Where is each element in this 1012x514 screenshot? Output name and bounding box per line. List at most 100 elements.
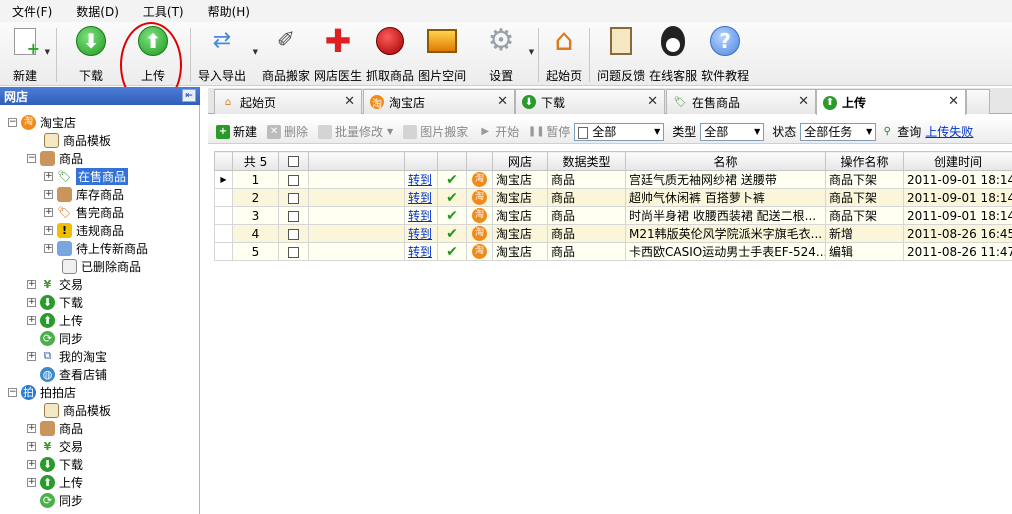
menu-data[interactable]: 数据(D) — [76, 3, 119, 20]
tree-node-items[interactable]: − 商品 — [27, 149, 83, 167]
tree-node-pp-items[interactable]: + 商品 — [27, 419, 83, 437]
tree-node-pp-sync[interactable]: ⟳ 同步 — [40, 491, 83, 509]
table-row[interactable]: 3 转到 ✔ 淘 淘宝店 商品 时尚半身裙 收腰西装裙 配送二根... 商品下架… — [214, 206, 1012, 225]
row-checkbox[interactable] — [288, 174, 299, 186]
goto-link[interactable]: 转到 — [408, 209, 432, 223]
tree-node-my-taobao[interactable]: + ⧉ 我的淘宝 — [27, 347, 107, 365]
tab-download[interactable]: ⬇ 下载 ✕ — [515, 89, 665, 114]
header-data-type[interactable]: 数据类型 — [547, 151, 626, 171]
expand-icon[interactable]: + — [44, 243, 53, 253]
goto-link[interactable]: 转到 — [408, 173, 432, 187]
tab-upload[interactable]: ⬆ 上传 ✕ — [816, 89, 966, 115]
tree-node-sold-out[interactable]: + 🏷 售完商品 — [44, 203, 124, 221]
row-checkbox[interactable] — [288, 192, 299, 204]
tree-node-on-sale[interactable]: + 🏷 在售商品 — [44, 167, 129, 185]
dropdown-arrow-icon[interactable]: ▼ — [253, 48, 258, 56]
start-button[interactable]: ▶ 开始 — [478, 123, 519, 140]
tree-node-pp-upload[interactable]: + ⬆ 上传 — [27, 473, 83, 491]
close-icon[interactable]: ✕ — [344, 94, 355, 109]
dropdown-arrow-icon[interactable]: ▼ — [45, 48, 50, 56]
goto-link[interactable]: 转到 — [408, 245, 432, 259]
close-icon[interactable]: ✕ — [948, 94, 959, 109]
batch-edit-button[interactable]: 批量修改 ▼ — [318, 123, 393, 140]
tree-node-upload[interactable]: + ⬆ 上传 — [27, 311, 83, 329]
goto-cell[interactable]: 转到 — [404, 242, 438, 261]
type-select[interactable]: 全部 ▼ — [700, 122, 765, 141]
collapse-icon[interactable]: − — [8, 117, 17, 127]
row-checkbox-cell[interactable] — [278, 206, 309, 225]
row-checkbox-cell[interactable] — [278, 188, 309, 207]
table-row[interactable]: 4 转到 ✔ 淘 淘宝店 商品 M21韩版英伦风学院派米字旗毛衣... 新增 2… — [214, 224, 1012, 243]
tree-node-pp-item-template[interactable]: 商品模板 — [44, 401, 111, 419]
dropdown-arrow-icon[interactable]: ▼ — [529, 48, 534, 56]
tree-node-stock[interactable]: + 库存商品 — [44, 185, 124, 203]
expand-icon[interactable]: + — [27, 315, 36, 325]
shop-filter-select[interactable]: 全部 ▼ — [574, 122, 665, 141]
download-button[interactable]: ⬇ 下载 — [74, 22, 108, 84]
tree-node-violation[interactable]: + ! 违规商品 — [44, 221, 124, 239]
goto-cell[interactable]: 转到 — [404, 170, 438, 189]
close-icon[interactable]: ✕ — [647, 94, 658, 109]
image-move-button[interactable]: 图片搬家 — [403, 123, 468, 140]
task-new-button[interactable]: + 新建 — [216, 123, 257, 140]
tutorial-button[interactable]: ? 软件教程 — [701, 22, 749, 84]
header-name[interactable]: 名称 — [625, 151, 826, 171]
expand-icon[interactable]: + — [27, 477, 36, 487]
task-delete-button[interactable]: ✕ 删除 — [267, 123, 308, 140]
tree-node-deleted[interactable]: 已删除商品 — [62, 257, 141, 275]
row-checkbox[interactable] — [288, 246, 299, 258]
header-select-all[interactable] — [278, 151, 309, 171]
row-checkbox[interactable] — [288, 228, 299, 240]
goto-cell[interactable]: 转到 — [404, 188, 438, 207]
grab-items-button[interactable]: 抓取商品 — [366, 22, 414, 84]
header-shop[interactable]: 网店 — [492, 151, 548, 171]
expand-icon[interactable]: + — [44, 171, 53, 181]
row-checkbox[interactable] — [288, 210, 299, 222]
goto-cell[interactable]: 转到 — [404, 224, 438, 243]
collapse-icon[interactable]: − — [27, 153, 36, 163]
expand-icon[interactable]: + — [27, 459, 36, 469]
pause-button[interactable]: ❚❚ 暂停 — [528, 123, 570, 140]
expand-icon[interactable]: + — [44, 207, 53, 217]
status-select[interactable]: 全部任务 ▼ — [800, 122, 877, 141]
expand-icon[interactable]: + — [44, 189, 53, 199]
header-operation-name[interactable]: 操作名称 — [825, 151, 904, 171]
tree-node-pp-download[interactable]: + ⬇ 下载 — [27, 455, 83, 473]
collapse-panel-icon[interactable]: ⇤ — [182, 89, 196, 102]
home-button[interactable]: ⌂ 起始页 — [546, 22, 582, 84]
table-row[interactable]: 5 转到 ✔ 淘 淘宝店 商品 卡西欧CASIO运动男士手表EF-524... … — [214, 242, 1012, 261]
goto-link[interactable]: 转到 — [408, 227, 432, 241]
new-button[interactable]: + 新建 ▼ — [8, 22, 50, 84]
tree-node-view-shop[interactable]: ◍ 查看店铺 — [40, 365, 107, 383]
close-icon[interactable]: ✕ — [497, 94, 508, 109]
tree-node-pp-trade[interactable]: + ¥ 交易 — [27, 437, 83, 455]
upload-failed-link[interactable]: 上传失败 — [925, 123, 973, 140]
expand-icon[interactable]: + — [27, 297, 36, 307]
expand-icon[interactable]: + — [44, 225, 53, 235]
tree-node-paipai[interactable]: − 拍 拍拍店 — [8, 383, 76, 401]
close-icon[interactable]: ✕ — [798, 94, 809, 109]
tab-taobao[interactable]: 淘 淘宝店 ✕ — [363, 89, 515, 114]
import-export-button[interactable]: ⇄ 导入导出 ▼ — [198, 22, 258, 84]
goto-cell[interactable]: 转到 — [404, 206, 438, 225]
tree-node-item-template[interactable]: 商品模板 — [44, 131, 111, 149]
goto-link[interactable]: 转到 — [408, 191, 432, 205]
collapse-icon[interactable]: − — [8, 387, 17, 397]
tree-node-trade[interactable]: + ¥ 交易 — [27, 275, 83, 293]
header-created-time[interactable]: 创建时间 — [903, 151, 1012, 171]
select-all-checkbox[interactable] — [288, 156, 299, 167]
row-checkbox-cell[interactable] — [278, 224, 309, 243]
query-button[interactable]: ⚲ 查询 — [880, 123, 922, 140]
image-space-button[interactable]: 图片空间 — [418, 22, 466, 84]
feedback-button[interactable]: 问题反馈 — [597, 22, 645, 84]
table-row[interactable]: ▶ 1 转到 ✔ 淘 淘宝店 商品 宫廷气质无袖网纱裙 送腰带 商品下架 201… — [214, 170, 1012, 189]
dropdown-arrow-icon[interactable]: ▼ — [387, 127, 393, 136]
upload-button[interactable]: ⬆ 上传 — [136, 22, 170, 84]
row-checkbox-cell[interactable] — [278, 242, 309, 261]
menu-help[interactable]: 帮助(H) — [208, 3, 250, 20]
expand-icon[interactable]: + — [27, 279, 36, 289]
settings-button[interactable]: ⚙ 设置 ▼ — [484, 22, 534, 84]
tree-node-download[interactable]: + ⬇ 下载 — [27, 293, 83, 311]
expand-icon[interactable]: + — [27, 423, 36, 433]
table-row[interactable]: 2 转到 ✔ 淘 淘宝店 商品 超帅气休闲裤 百搭萝卜裤 商品下架 2011-0… — [214, 188, 1012, 207]
